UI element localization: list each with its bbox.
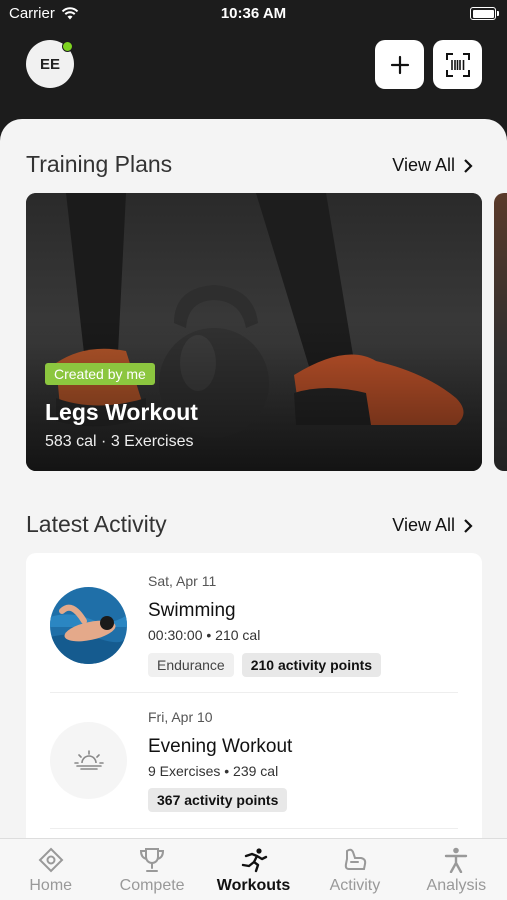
activity-date: Sat, Apr 11 <box>148 573 217 589</box>
status-bar: Carrier 10:36 AM <box>0 0 507 30</box>
chevron-right-icon <box>464 518 473 533</box>
tab-compete[interactable]: Compete <box>101 839 202 900</box>
chevron-right-icon <box>464 158 473 173</box>
created-by-me-badge: Created by me <box>45 363 155 385</box>
activity-tags: 367 activity points <box>148 788 288 812</box>
evening-workout-thumbnail <box>50 722 127 799</box>
swimming-thumbnail <box>50 587 127 664</box>
view-all-label: View All <box>392 515 455 535</box>
activity-points-badge: 210 activity points <box>241 653 382 677</box>
sunset-icon <box>73 749 104 770</box>
latest-activity-title: Latest Activity <box>26 511 167 537</box>
activity-meta: 00:30:00 • 210 cal <box>148 627 261 643</box>
tab-home[interactable]: Home <box>0 839 101 900</box>
tab-analysis[interactable]: Analysis <box>406 839 507 900</box>
clock: 10:36 AM <box>220 5 287 22</box>
avatar[interactable]: EE <box>26 40 74 88</box>
activity-name: Swimming <box>148 600 236 621</box>
avatar-initials: EE <box>39 55 60 73</box>
swimmer-photo <box>50 587 127 664</box>
tab-activity[interactable]: Activity <box>304 839 405 900</box>
latest-activity-view-all[interactable]: View All <box>392 515 473 536</box>
activity-item[interactable]: Fri, Apr 10 Evening Workout 9 Exercises … <box>26 693 482 829</box>
tab-bar: Home Compete Workouts Activity Analysis <box>0 838 507 900</box>
activity-meta: 9 Exercises • 239 cal <box>148 763 279 779</box>
activity-name: Evening Workout <box>148 736 293 757</box>
add-button[interactable] <box>375 40 424 89</box>
divider <box>50 828 458 829</box>
main-content: Training Plans View All Created by me Le… <box>0 119 507 900</box>
barcode-scan-icon <box>445 52 470 77</box>
plan-meta: 583 cal · 3 Exercises <box>45 433 194 450</box>
tab-label: Workouts <box>216 877 291 894</box>
trophy-icon <box>140 848 165 872</box>
home-icon <box>38 847 64 873</box>
view-all-label: View All <box>392 155 455 175</box>
kettlebell-photo <box>26 193 482 471</box>
tab-label: Compete <box>119 877 185 894</box>
battery-icon <box>470 7 499 20</box>
plus-icon <box>390 55 409 74</box>
activity-icon <box>344 848 367 870</box>
tag-endurance: Endurance <box>148 653 234 677</box>
activity-tags: Endurance 210 activity points <box>148 653 382 677</box>
training-plans-title: Training Plans <box>26 151 173 177</box>
person-icon <box>445 847 468 873</box>
activity-points-badge: 367 activity points <box>148 788 288 812</box>
training-plan-card[interactable]: Created by me Legs Workout 583 cal · 3 E… <box>26 193 482 471</box>
barcode-scan-button[interactable] <box>433 40 482 89</box>
tab-workouts[interactable]: Workouts <box>203 839 304 900</box>
runner-icon <box>241 848 267 873</box>
online-status-dot <box>62 41 73 52</box>
activity-date: Fri, Apr 10 <box>148 709 213 725</box>
next-plan-card[interactable] <box>494 193 507 471</box>
tab-label: Analysis <box>426 877 487 894</box>
tab-label: Home <box>29 877 73 894</box>
training-plans-view-all[interactable]: View All <box>392 155 473 176</box>
activity-item[interactable]: Sat, Apr 11 Swimming 00:30:00 • 210 cal … <box>26 553 482 689</box>
tab-label: Activity <box>329 877 381 894</box>
plan-title: Legs Workout <box>45 399 198 425</box>
